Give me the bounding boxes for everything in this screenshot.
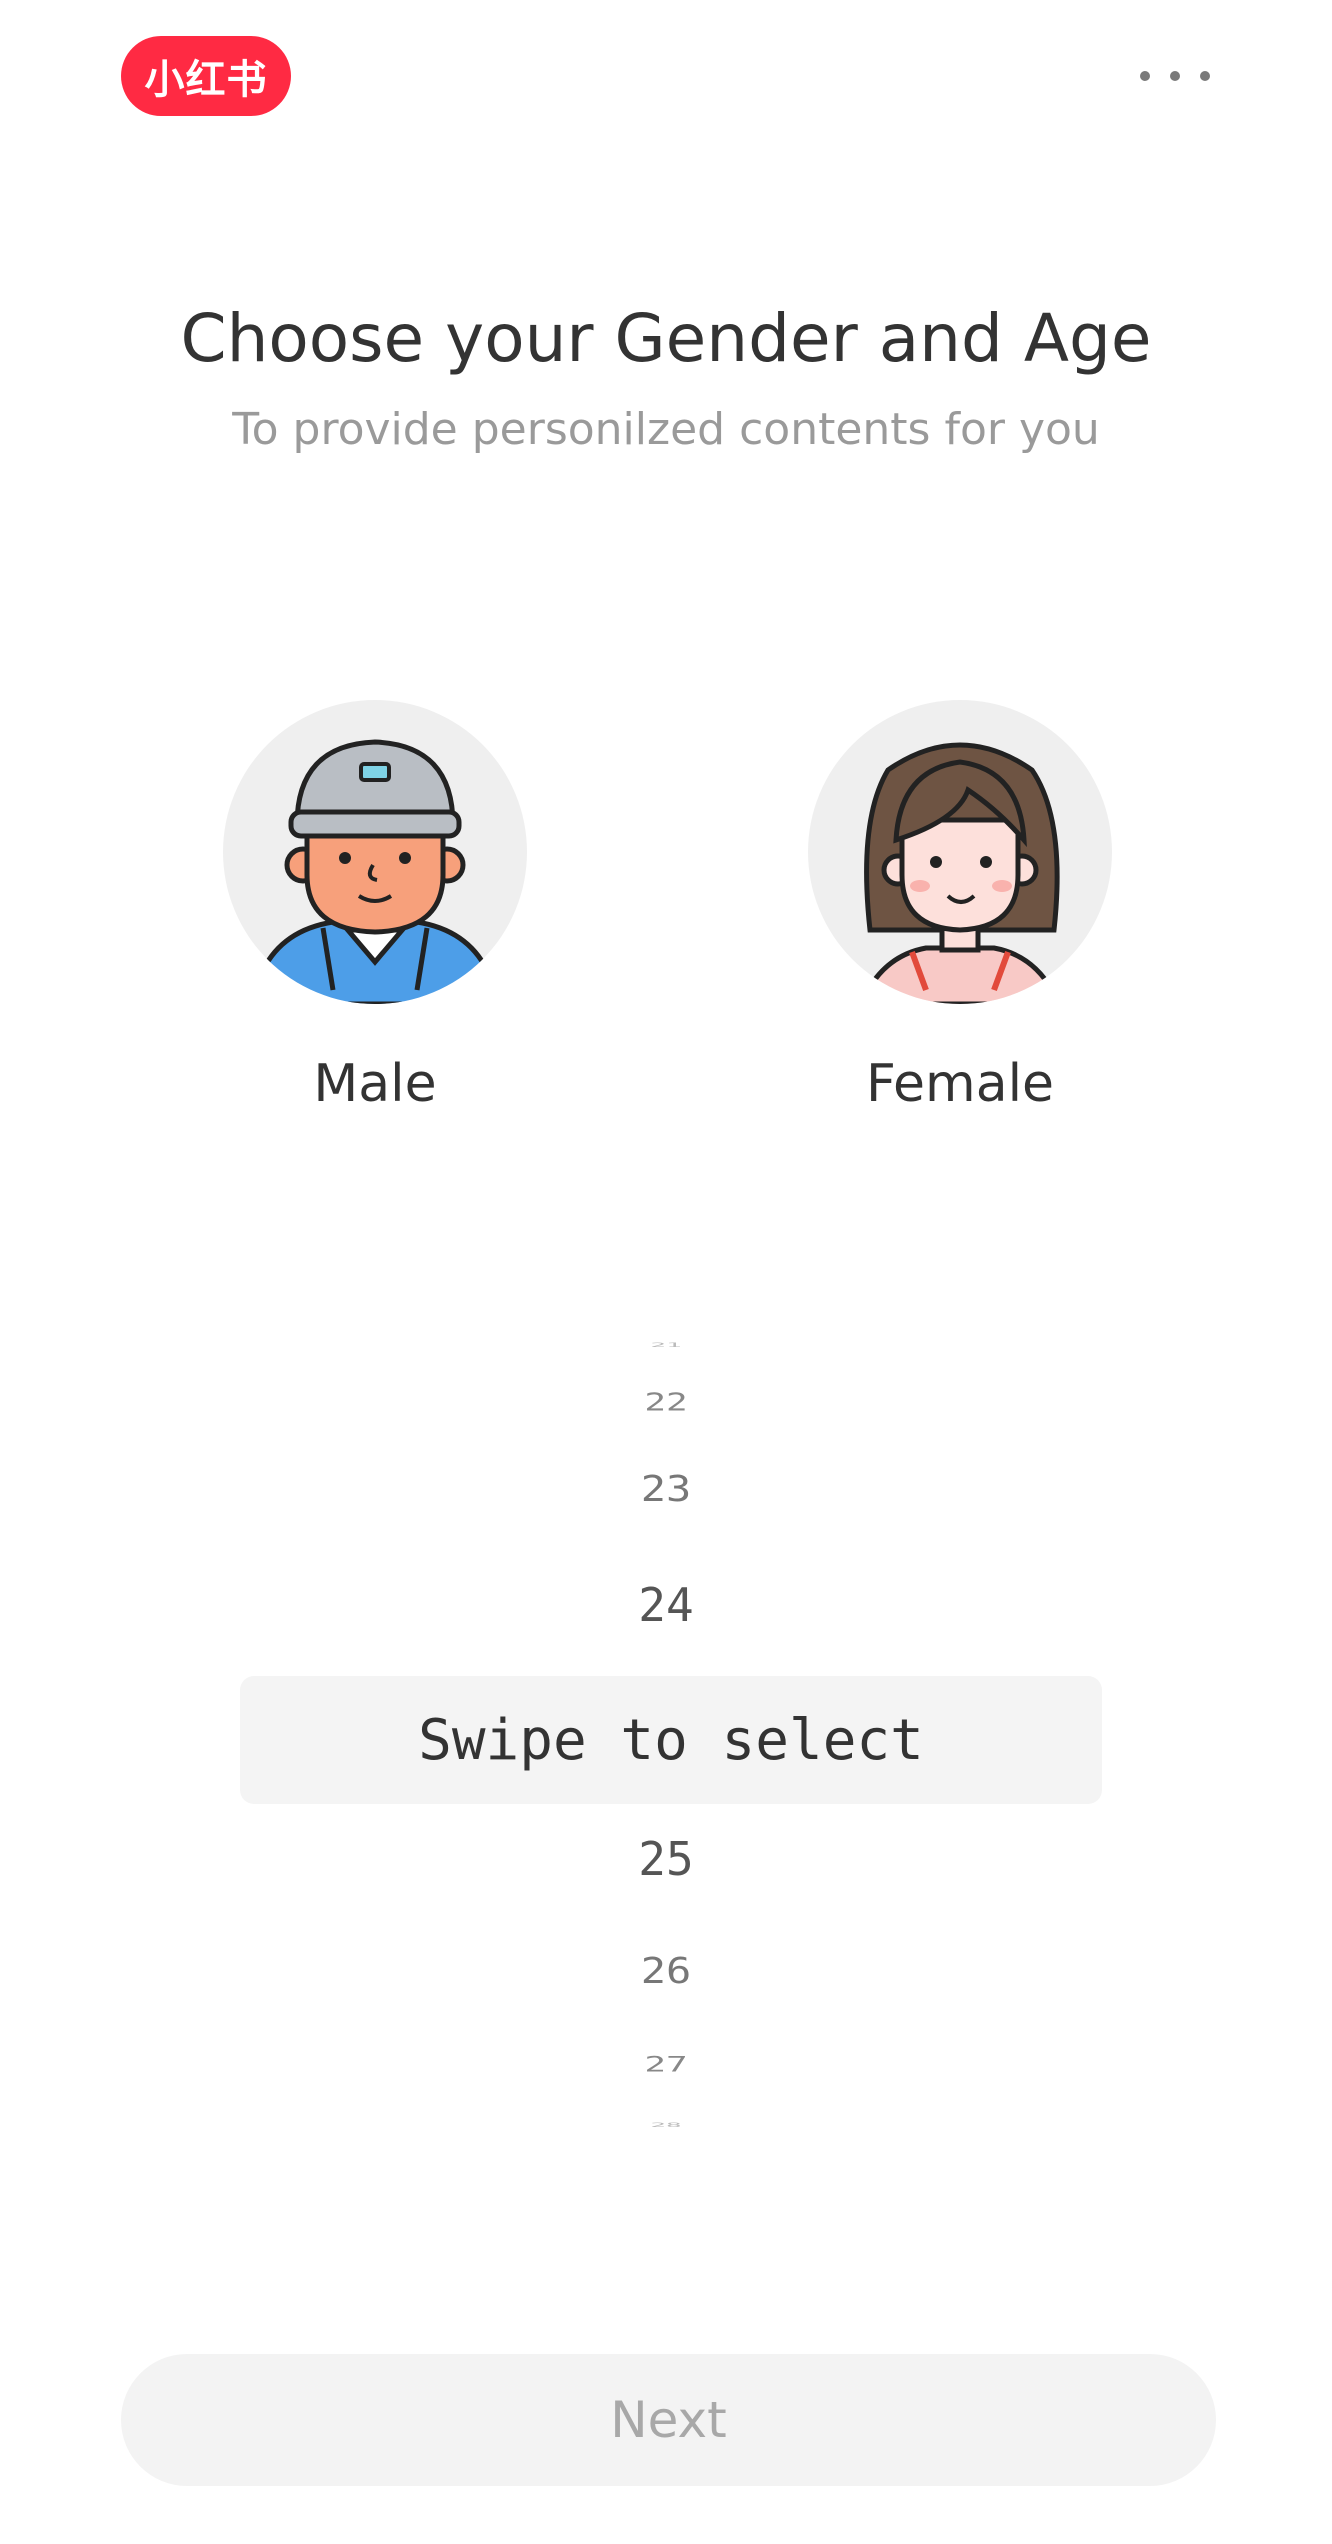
age-option[interactable]: 23 [0,1468,1332,1510]
female-avatar-icon [808,700,1112,1004]
age-option[interactable]: 28 [0,2121,1332,2129]
male-avatar-icon [223,700,527,1004]
gender-label-male: Male [313,1054,437,1114]
more-options-button[interactable] [1140,58,1210,94]
age-option[interactable]: 27 [0,2052,1332,2077]
age-option[interactable]: 26 [0,1950,1332,1992]
next-button[interactable]: Next [121,2354,1216,2486]
gender-age-screen: 小红书 Choose your Gender and Age To provid… [0,0,1332,2544]
gender-option-male[interactable]: Male [215,700,535,1114]
age-option[interactable]: 24 [0,1578,1332,1632]
more-horizontal-icon [1200,71,1210,81]
age-selection-highlight[interactable]: Swipe to select [240,1676,1102,1804]
gender-option-female[interactable]: Female [800,700,1120,1114]
more-horizontal-icon [1140,71,1150,81]
age-option[interactable]: 21 [0,1341,1332,1349]
page-title: Choose your Gender and Age [180,300,1152,377]
page-subtitle: To provide personilzed contents for you [232,404,1100,455]
app-logo: 小红书 [121,36,291,116]
age-option[interactable]: 22 [0,1388,1332,1417]
more-horizontal-icon [1170,71,1180,81]
age-option[interactable]: 25 [0,1832,1332,1886]
gender-label-female: Female [865,1054,1055,1114]
